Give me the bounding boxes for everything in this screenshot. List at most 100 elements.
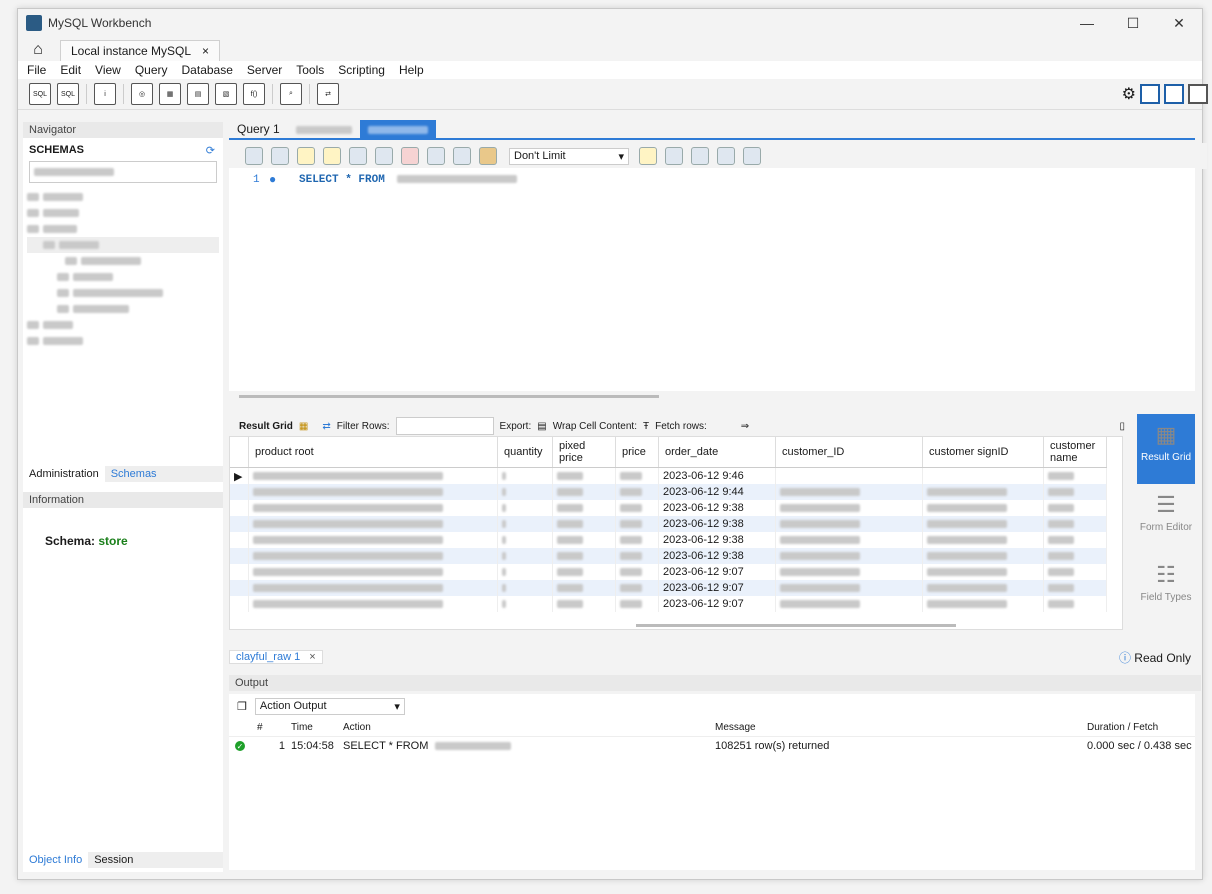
grid-cell[interactable]	[775, 516, 923, 532]
column-header[interactable]: product root	[248, 437, 498, 468]
tab-query-3[interactable]	[359, 120, 436, 138]
maximize-button[interactable]: ☐	[1110, 9, 1156, 37]
grid-cell[interactable]	[615, 564, 659, 580]
export-icon[interactable]: ▤	[537, 421, 546, 432]
table-row[interactable]: 2023-06-12 9:07	[230, 564, 1107, 580]
grid-cell[interactable]	[1043, 516, 1107, 532]
grid-cell[interactable]	[922, 564, 1044, 580]
grid-cell[interactable]	[497, 548, 553, 564]
create-schema-icon[interactable]: ◎	[131, 83, 153, 105]
grid-cell[interactable]	[552, 516, 616, 532]
menu-view[interactable]: View	[95, 63, 121, 77]
save-icon[interactable]	[271, 147, 289, 165]
grid-cell[interactable]	[248, 516, 498, 532]
toggle-sidebar-icon[interactable]	[1140, 84, 1160, 104]
field-types-button[interactable]: ☷ Field Types	[1137, 554, 1195, 624]
grid-cell[interactable]	[552, 564, 616, 580]
open-sql-file-icon[interactable]: SQL	[57, 83, 79, 105]
order-date-cell[interactable]: 2023-06-12 9:38	[658, 532, 776, 548]
order-date-cell[interactable]: 2023-06-12 9:44	[658, 484, 776, 500]
grid-cell[interactable]	[248, 467, 498, 484]
filter-rows-input[interactable]	[395, 417, 494, 435]
column-header[interactable]: customer_ID	[775, 437, 923, 468]
tab-query-1[interactable]: Query 1	[229, 120, 288, 138]
table-row[interactable]: 2023-06-12 9:44	[230, 484, 1107, 500]
rollback-icon[interactable]	[453, 147, 471, 165]
close-button[interactable]: ✕	[1156, 9, 1202, 37]
grid-cell[interactable]	[552, 548, 616, 564]
grid-cell[interactable]	[615, 484, 659, 500]
wrap-icon[interactable]: Ŧ	[643, 421, 649, 432]
beautify-icon[interactable]	[665, 147, 683, 165]
grid-cell[interactable]	[922, 532, 1044, 548]
column-header[interactable]: order_date	[658, 437, 776, 468]
grid-cell[interactable]	[552, 500, 616, 516]
tree-item[interactable]	[27, 189, 219, 205]
create-procedure-icon[interactable]: ▧	[215, 83, 237, 105]
tree-item[interactable]	[27, 221, 219, 237]
home-icon[interactable]: ⌂	[24, 39, 52, 61]
grid-icon[interactable]: ▦	[299, 421, 308, 432]
error-toggle-icon[interactable]	[401, 147, 419, 165]
copy-icon[interactable]: ❐	[237, 700, 247, 713]
tab-administration[interactable]: Administration	[23, 466, 105, 482]
refresh-icon[interactable]: ⟳	[206, 144, 215, 157]
grid-cell[interactable]	[775, 596, 923, 612]
reconnect-icon[interactable]: ⇄	[317, 83, 339, 105]
column-header[interactable]: pixed price	[552, 437, 616, 468]
result-tab[interactable]: clayful_raw 1 ×	[229, 650, 323, 664]
create-function-icon[interactable]: f()	[243, 83, 265, 105]
tree-item[interactable]	[27, 237, 219, 253]
fetch-next-icon[interactable]: ⇒	[741, 421, 749, 432]
menu-edit[interactable]: Edit	[60, 63, 81, 77]
tree-item[interactable]	[27, 301, 219, 317]
grid-cell[interactable]	[1043, 580, 1107, 596]
table-row[interactable]: 2023-06-12 9:07	[230, 580, 1107, 596]
grid-cell[interactable]	[775, 532, 923, 548]
form-editor-button[interactable]: ☰ Form Editor	[1137, 484, 1195, 554]
commit-icon[interactable]	[427, 147, 445, 165]
grid-cell[interactable]	[775, 564, 923, 580]
table-row[interactable]: 2023-06-12 9:38	[230, 500, 1107, 516]
grid-cell[interactable]	[497, 516, 553, 532]
schema-filter-input[interactable]	[29, 161, 217, 183]
grid-cell[interactable]	[615, 580, 659, 596]
execute-current-icon[interactable]	[323, 147, 341, 165]
grid-cell[interactable]	[615, 596, 659, 612]
column-header[interactable]: price	[615, 437, 659, 468]
grid-cell[interactable]	[775, 500, 923, 516]
table-row[interactable]: 2023-06-12 9:38	[230, 548, 1107, 564]
grid-cell[interactable]	[248, 500, 498, 516]
grid-cell[interactable]	[248, 564, 498, 580]
output-row[interactable]: ✓ 1 15:04:58 SELECT * FROM 108251 row(s)…	[229, 737, 1195, 755]
table-row[interactable]: 2023-06-12 9:07	[230, 596, 1107, 612]
open-file-icon[interactable]	[245, 147, 263, 165]
column-header[interactable]: customer signID	[922, 437, 1044, 468]
tab-session[interactable]: Session	[88, 852, 139, 868]
toggle-output-icon[interactable]	[1164, 84, 1184, 104]
output-type-select[interactable]: Action Output ▾	[254, 697, 405, 715]
grid-cell[interactable]	[497, 467, 553, 484]
order-date-cell[interactable]: 2023-06-12 9:07	[658, 596, 776, 612]
grid-cell[interactable]	[775, 548, 923, 564]
grid-cell[interactable]	[775, 467, 923, 484]
column-header[interactable]: customer name	[1043, 437, 1107, 468]
grid-cell[interactable]	[497, 596, 553, 612]
bookmark-icon[interactable]	[639, 147, 657, 165]
grid-cell[interactable]	[497, 500, 553, 516]
tree-item[interactable]	[27, 253, 219, 269]
grid-cell[interactable]	[497, 532, 553, 548]
grid-cell[interactable]	[1043, 467, 1107, 484]
settings-gear-icon[interactable]: ⚙	[1122, 84, 1136, 104]
grid-cell[interactable]	[922, 596, 1044, 612]
grid-cell[interactable]	[248, 532, 498, 548]
inspector-icon[interactable]: i	[94, 83, 116, 105]
grid-cell[interactable]	[1043, 532, 1107, 548]
order-date-cell[interactable]: 2023-06-12 9:38	[658, 516, 776, 532]
execute-icon[interactable]	[297, 147, 315, 165]
grid-cell[interactable]	[775, 484, 923, 500]
grid-cell[interactable]	[497, 564, 553, 580]
invisible-chars-icon[interactable]	[717, 147, 735, 165]
grid-cell[interactable]	[615, 516, 659, 532]
editor-scrollbar[interactable]	[239, 395, 659, 398]
